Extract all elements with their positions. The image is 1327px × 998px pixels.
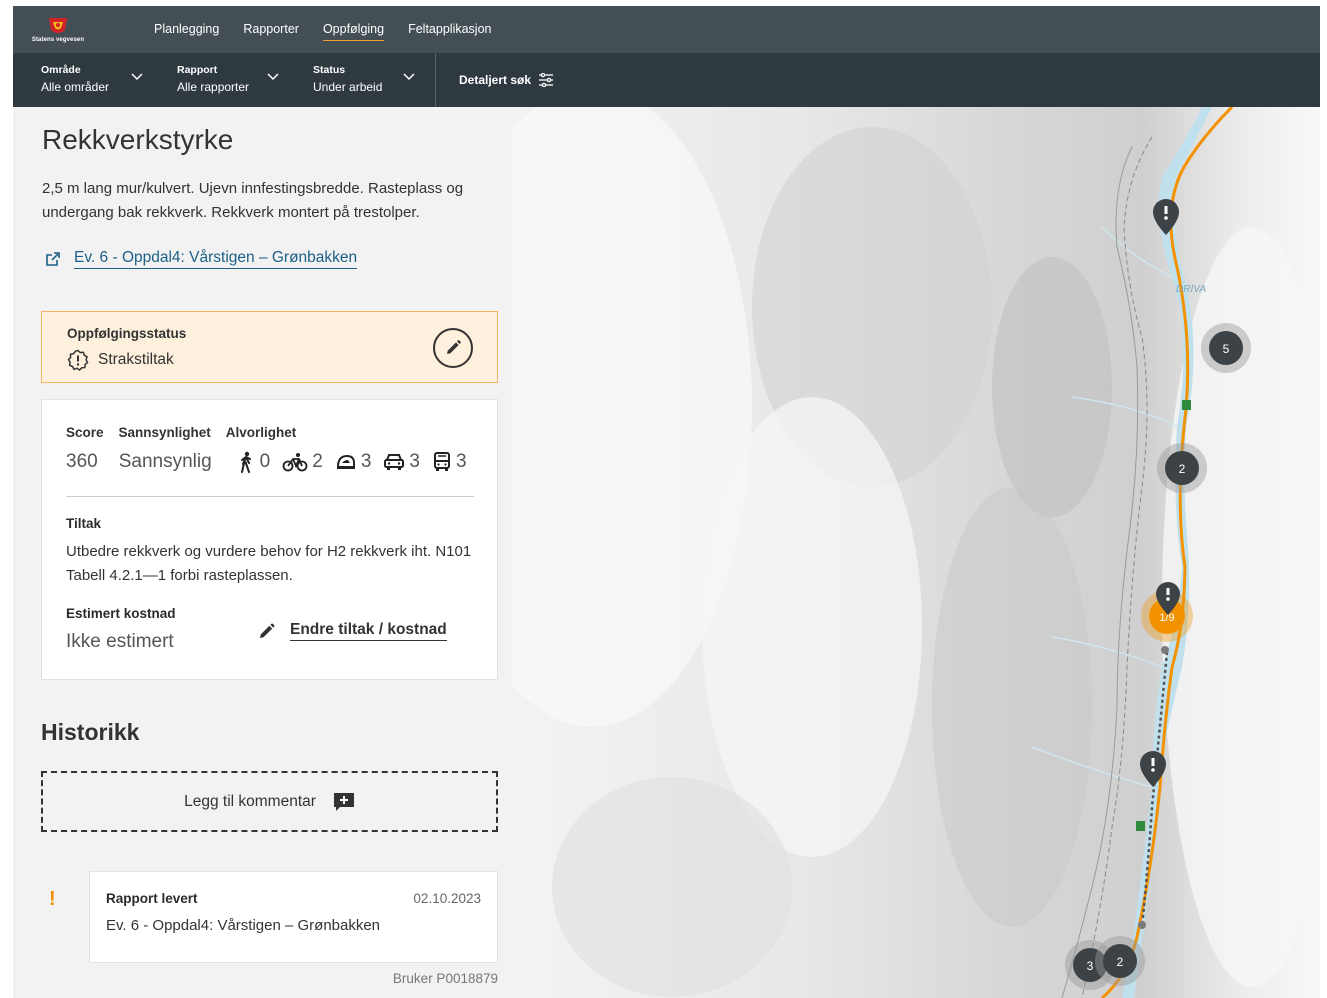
- cluster-count: 3: [1087, 959, 1094, 973]
- road-shield-icon: [1182, 400, 1191, 410]
- sliders-icon: [539, 73, 554, 87]
- severity-value: 3: [360, 451, 372, 472]
- bus-icon: [433, 452, 450, 471]
- filter-value: Under arbeid: [313, 80, 383, 94]
- logo[interactable]: Statens vegvesen: [13, 6, 103, 53]
- pencil-icon: [447, 340, 461, 354]
- filter-omrade[interactable]: Område Alle områder: [13, 53, 149, 107]
- severity-value: 0: [259, 451, 271, 472]
- detailed-search-label: Detaljert søk: [459, 73, 532, 87]
- cluster-count: 2: [1117, 955, 1124, 969]
- nav-item-feltapplikasjon[interactable]: Feltapplikasjon: [408, 18, 491, 41]
- filter-value: Alle rapporter: [177, 80, 250, 94]
- probability-label: Sannsynlighet: [118, 425, 211, 440]
- filter-value: Alle områder: [41, 80, 110, 94]
- pedestrian-icon: [240, 451, 251, 473]
- status-title: Oppfølgingsstatus: [67, 326, 187, 341]
- tiltak-title: Tiltak: [66, 516, 102, 531]
- bicycle-icon: [282, 453, 308, 472]
- score-values: 360 Sannsynlig 0 2 3 3 3: [66, 451, 479, 473]
- edit-measure-cost-button[interactable]: Endre tiltak / kostnad: [258, 620, 447, 641]
- nav-item-oppfolging[interactable]: Oppfølging: [322, 18, 385, 41]
- cluster-count: 5: [1223, 342, 1230, 356]
- chevron-down-icon: [267, 73, 279, 81]
- nav-menu: Planlegging Rapporter Oppfølging Feltapp…: [154, 18, 515, 41]
- moped-icon: [336, 454, 355, 469]
- history-entry: Rapport levert 02.10.2023 Ev. 6 - Oppdal…: [89, 871, 498, 963]
- history-entry-user: Bruker P0018879: [392, 971, 498, 986]
- road-link[interactable]: Ev. 6 - Oppdal4: Vårstigen – Grønbakken: [45, 248, 358, 269]
- page-title: Rekkverkstyrke: [42, 124, 234, 155]
- alert-icon: !: [49, 888, 56, 910]
- score-value: 360: [66, 451, 98, 472]
- severity-value: 2: [312, 451, 323, 472]
- followup-status-box: Oppfølgingsstatus Strakstiltak: [41, 311, 498, 383]
- filter-status[interactable]: Status Under arbeid: [285, 53, 421, 107]
- add-comment-label: Legg til kommentar: [184, 792, 316, 810]
- score-labels: Score Sannsynlighet Alvorlighet: [66, 425, 311, 440]
- severity-label: Alvorlighet: [225, 425, 297, 440]
- edit-status-button[interactable]: [433, 328, 473, 368]
- severity-moped: 3: [335, 451, 372, 473]
- car-icon: [384, 454, 405, 470]
- logo-text: Statens vegvesen: [31, 37, 85, 43]
- description: 2,5 m lang mur/kulvert. Ujevn innfesting…: [42, 180, 464, 221]
- filter-divider: [435, 53, 436, 107]
- nav-item-rapporter[interactable]: Rapporter: [243, 18, 299, 41]
- severity-value: 3: [409, 451, 420, 472]
- nav-item-planlegging[interactable]: Planlegging: [154, 18, 219, 41]
- cost-value: Ikke estimert: [66, 631, 174, 652]
- add-comment-button[interactable]: Legg til kommentar: [41, 771, 498, 832]
- card-divider: [66, 496, 474, 497]
- terrain-shade: [932, 487, 1092, 927]
- app-window: Statens vegvesen Planlegging Rapporter O…: [13, 6, 1320, 998]
- map-view[interactable]: DRIVA 5 2 1/9 3 2: [512, 107, 1320, 998]
- detailed-search-button[interactable]: Detaljert søk: [459, 73, 554, 87]
- road-link-label: Ev. 6 - Oppdal4: Vårstigen – Grønbakken: [74, 248, 358, 269]
- assessment-card: Score Sannsynlighet Alvorlighet 360 Sann…: [41, 399, 498, 680]
- river-label: DRIVA: [1176, 284, 1206, 295]
- status-value-text: Strakstiltak: [98, 351, 174, 368]
- top-navigation: Statens vegvesen Planlegging Rapporter O…: [13, 6, 1320, 53]
- detail-panel: Rekkverkstyrke 2,5 m lang mur/kulvert. U…: [13, 107, 512, 998]
- score-label: Score: [66, 425, 104, 440]
- severity-bus: 3: [432, 451, 467, 473]
- terrain-shade: [552, 777, 792, 997]
- logo-crest-icon: [49, 18, 67, 33]
- tiltak-text: Utbedre rekkverk og vurdere behov for H2…: [66, 543, 472, 584]
- map-cluster[interactable]: 2: [1157, 443, 1207, 493]
- map-canvas: DRIVA 5 2 1/9 3 2: [512, 107, 1320, 998]
- chevron-down-icon: [403, 73, 415, 81]
- edit-measure-cost-label: Endre tiltak / kostnad: [290, 620, 447, 641]
- node-marker: [1161, 646, 1169, 654]
- add-comment-icon: [333, 792, 354, 811]
- road-shield-icon: [1136, 821, 1145, 831]
- status-value: Strakstiltak: [67, 349, 174, 371]
- severity-bicycle: 2: [282, 451, 323, 473]
- severity-value: 3: [455, 451, 467, 472]
- terrain-shade: [992, 257, 1112, 517]
- cost-title: Estimert kostnad: [66, 606, 176, 621]
- filter-bar: Område Alle områder Rapport Alle rapport…: [13, 53, 1320, 107]
- history-entry-title: Rapport levert: [106, 891, 198, 906]
- external-link-icon: [46, 251, 60, 266]
- severity-pedestrian: 0: [236, 451, 271, 473]
- history-title: Historikk: [41, 719, 140, 745]
- pencil-icon: [260, 622, 275, 638]
- severity-car: 3: [383, 451, 420, 473]
- terrain-ridge: [702, 397, 922, 857]
- warning-gear-icon: [67, 349, 89, 371]
- map-cluster[interactable]: 2: [1095, 936, 1145, 986]
- probability-value: Sannsynlig: [118, 451, 212, 472]
- cluster-count: 2: [1179, 462, 1186, 476]
- chevron-down-icon: [131, 73, 143, 81]
- history-entry-date: 02.10.2023: [413, 891, 481, 906]
- node-marker: [1138, 921, 1146, 929]
- map-cluster[interactable]: 5: [1201, 323, 1251, 373]
- filter-rapport[interactable]: Rapport Alle rapporter: [149, 53, 285, 107]
- history-entry-subtitle: Ev. 6 - Oppdal4: Vårstigen – Grønbakken: [106, 917, 381, 934]
